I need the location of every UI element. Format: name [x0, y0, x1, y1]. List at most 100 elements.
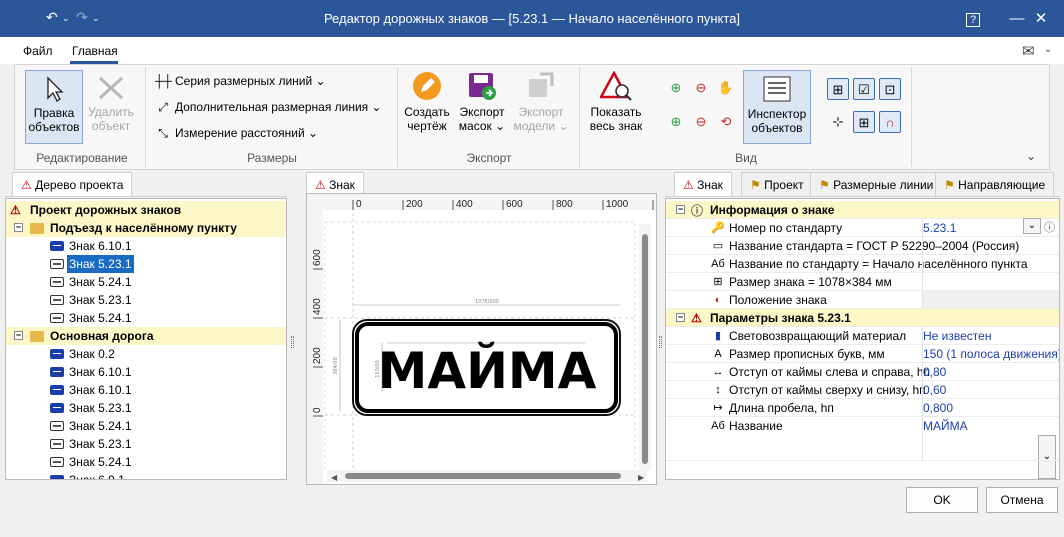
dim-series-button[interactable]: ┼┼ Серия размерных линий ⌄: [155, 74, 326, 88]
tree-group[interactable]: − Основная дорога: [6, 327, 286, 345]
collapse-icon[interactable]: −: [14, 223, 23, 232]
tab-project[interactable]: ⚑ Проект: [741, 172, 813, 196]
tree-item[interactable]: Знак 5.23.1: [6, 291, 286, 309]
menu-file[interactable]: Файл: [23, 44, 53, 58]
ruler-h-label: 400: [456, 199, 473, 210]
mail-icon[interactable]: ✉: [1022, 42, 1035, 60]
create-drawing-button[interactable]: Создать чертёж: [401, 71, 453, 133]
sign-text[interactable]: МАЙМА: [378, 341, 597, 400]
h-scrollbar-thumb[interactable]: [345, 473, 621, 479]
splitter-grip[interactable]: [659, 336, 662, 348]
snap-magnet-icon[interactable]: ∩: [879, 111, 901, 133]
property-value[interactable]: 5.23.1: [923, 219, 956, 237]
property-row[interactable]: ↦ Длина пробела, hп 0,800: [666, 399, 1059, 417]
property-row[interactable]: 🔑 Номер по стандарту 5.23.1: [666, 219, 1059, 237]
size-icon: ⊞: [713, 276, 723, 288]
property-row[interactable]: A Размер прописных букв, мм 150 (1 полоса …: [666, 345, 1059, 363]
tree-item[interactable]: Знак 6.10.1: [6, 363, 286, 381]
ribbon-collapse-icon[interactable]: ⌄: [1026, 149, 1036, 163]
close-button[interactable]: ✕: [1018, 0, 1064, 37]
tree-item[interactable]: Знак 5.24.1: [6, 453, 286, 471]
property-value[interactable]: 0,800: [923, 399, 953, 417]
property-value[interactable]: МАЙМА: [923, 417, 968, 435]
ruler-v-label: 400: [312, 298, 323, 315]
tree-item[interactable]: Знак 0.2: [6, 345, 286, 363]
warning-icon: ⚠: [691, 311, 702, 325]
collapse-icon[interactable]: −: [676, 313, 685, 322]
tree-item[interactable]: Знак 6.9.1: [6, 471, 286, 479]
chevron-down-icon[interactable]: ⌄: [1044, 44, 1052, 55]
tree-item[interactable]: Знак 5.23.1: [6, 399, 286, 417]
property-row[interactable]: ⊞ Размер знака = 1078×384 мм: [666, 273, 1059, 291]
tab-znak[interactable]: ⚠ Знак: [674, 172, 732, 196]
property-value[interactable]: 0,80: [923, 363, 946, 381]
snap-grid-icon[interactable]: ⊞: [827, 78, 849, 100]
edit-objects-button[interactable]: Правка объектов: [25, 70, 83, 144]
project-tree[interactable]: ⚠ Проект дорожных знаков − Подъезд к населё…: [5, 198, 287, 480]
sign-thumbnail-icon: [50, 313, 64, 323]
pan-hand-icon[interactable]: ✋: [715, 77, 737, 99]
scroll-right-icon[interactable]: ▶: [638, 473, 645, 482]
extra-dim-button[interactable]: ⤢ Дополнительная размерная линия ⌄: [155, 100, 381, 115]
tree-item[interactable]: Знак 6.10.1: [6, 381, 286, 399]
property-row[interactable]: ▭ Название стандарта = ГОСТ Р 52290–2004 …: [666, 237, 1059, 255]
tree-item[interactable]: Знак 5.23.1: [6, 435, 286, 453]
ribbon-separator: [579, 67, 580, 167]
property-grid[interactable]: − ⓘ Информация о знаке − ⚠ Параметры зна…: [665, 198, 1060, 480]
key-icon: 🔑: [711, 222, 725, 234]
property-row[interactable]: Aб Название МАЙМА: [666, 417, 1059, 461]
collapse-icon[interactable]: −: [676, 205, 685, 214]
menu-home[interactable]: Главная: [72, 44, 118, 58]
sign-canvas-panel[interactable]: 02004006008001000120 6004002000 1078/000…: [306, 193, 673, 485]
zoom-out-icon[interactable]: ⊖: [690, 77, 712, 99]
tree-group[interactable]: − Подъезд к населённому пункту: [6, 219, 286, 237]
zoom-reset-icon[interactable]: ⟲: [715, 111, 737, 133]
property-row[interactable]: Aб Название по стандарту = Начало населён…: [666, 255, 1059, 273]
tree-item[interactable]: Знак 5.23.1: [6, 255, 286, 273]
export-masks-button[interactable]: Экспорт масок ⌄: [456, 71, 508, 133]
v-scrollbar-thumb[interactable]: [642, 234, 648, 464]
splitter-grip[interactable]: [291, 336, 294, 348]
extra-dim-label: Дополнительная размерная линия: [175, 100, 369, 114]
tree-item-label: Знак 5.24.1: [69, 419, 132, 433]
scroll-left-icon[interactable]: ◀: [331, 473, 338, 482]
tab-dim-lines[interactable]: ⚑ Размерные линии: [810, 172, 943, 196]
delete-object-button[interactable]: Удалить объект: [87, 71, 135, 133]
zoom-in-icon[interactable]: ⊕: [665, 77, 687, 99]
sign-canvas[interactable]: 02004006008001000120 6004002000 1078/000…: [307, 194, 673, 484]
tree-root[interactable]: ⚠ Проект дорожных знаков: [6, 201, 286, 219]
cancel-button[interactable]: Отмена: [986, 487, 1058, 513]
category-params[interactable]: − ⚠ Параметры знака 5.23.1: [666, 309, 1059, 327]
collapse-icon[interactable]: −: [14, 331, 23, 340]
zoom-out-area-icon[interactable]: ⊖: [690, 111, 712, 133]
show-all-button[interactable]: Показать весь знак: [585, 71, 647, 133]
snap-point-icon[interactable]: ⊹: [827, 111, 849, 133]
snap-check-icon[interactable]: ☑: [853, 78, 875, 100]
help-button[interactable]: ?: [950, 0, 996, 37]
property-value[interactable]: 150 (1 полоса движения): [923, 345, 1059, 363]
warning-icon: ⚠: [683, 178, 694, 192]
export-model-label: Экспорт модели: [513, 105, 564, 133]
property-value[interactable]: Не известен: [923, 327, 991, 345]
tab-guides-label: Направляющие: [958, 178, 1046, 192]
inspector-button[interactable]: Инспектор объектов: [743, 70, 811, 144]
measure-button[interactable]: ⤡ Измерение расстояний ⌄: [155, 126, 318, 141]
zoom-in-area-icon[interactable]: ⊕: [665, 111, 687, 133]
property-row[interactable]: ↕ Отступ от каймы сверху и снизу, hп 0,60: [666, 381, 1059, 399]
ok-button[interactable]: OK: [906, 487, 978, 513]
property-row[interactable]: ↔ Отступ от каймы слева и справа, hп 0,80: [666, 363, 1059, 381]
property-value[interactable]: 0,60: [923, 381, 946, 399]
tree-item[interactable]: Знак 5.24.1: [6, 273, 286, 291]
tree-item[interactable]: Знак 6.10.1: [6, 237, 286, 255]
property-row[interactable]: ▮ Световозвращающий материал Не известен: [666, 327, 1059, 345]
tab-project-tree[interactable]: ⚠ Дерево проекта: [12, 172, 133, 196]
measure-label: Измерение расстояний: [175, 126, 305, 140]
tree-item[interactable]: Знак 5.24.1: [6, 417, 286, 435]
property-row[interactable]: ◐ Положение знака: [666, 291, 1059, 309]
tree-item[interactable]: Знак 5.24.1: [6, 309, 286, 327]
category-info[interactable]: − ⓘ Информация о знаке: [666, 201, 1059, 219]
export-model-button[interactable]: Экспорт модели ⌄: [513, 71, 569, 133]
tab-guides[interactable]: ⚑ Направляющие: [935, 172, 1055, 196]
snap-lock-icon[interactable]: ⊡: [879, 78, 901, 100]
snap-guide-icon[interactable]: ⊞: [853, 111, 875, 133]
